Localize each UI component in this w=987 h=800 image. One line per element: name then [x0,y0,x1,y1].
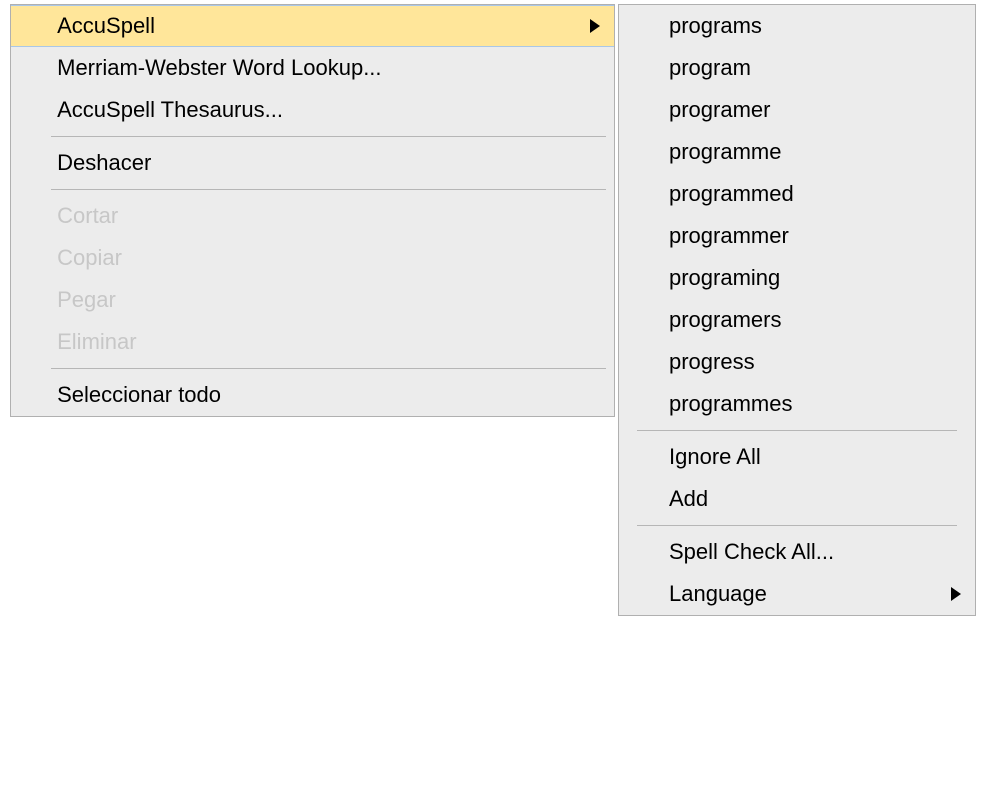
menu-gutter [11,89,51,131]
menu-label: Copiar [57,237,122,279]
menu-separator [637,525,957,526]
suggestion-label: programme [669,131,781,173]
suggestion-item[interactable]: programers [619,299,975,341]
menu-label: Pegar [57,279,116,321]
menu-gutter [11,6,51,46]
suggestion-item[interactable]: programs [619,5,975,47]
menu-label: AccuSpell Thesaurus... [57,89,283,131]
suggestion-item[interactable]: progress [619,341,975,383]
menu-gutter [11,47,51,89]
menu-gutter [11,279,51,321]
menu-item-paste: Pegar [11,279,614,321]
menu-item-undo[interactable]: Deshacer [11,142,614,184]
submenu-arrow-icon [951,587,961,601]
suggestion-label: program [669,47,751,89]
menu-label: AccuSpell [57,6,155,46]
menu-separator [637,430,957,431]
suggestion-item[interactable]: programmes [619,383,975,425]
menu-gutter [11,374,51,416]
menu-separator [51,189,606,190]
menu-item-merriam-lookup[interactable]: Merriam-Webster Word Lookup... [11,47,614,89]
menu-label: Deshacer [57,142,151,184]
suggestion-item[interactable]: programing [619,257,975,299]
menu-gutter [11,195,51,237]
suggestion-label: programers [669,299,781,341]
menu-item-copy: Copiar [11,237,614,279]
menu-gutter [11,321,51,363]
menu-item-ignore-all[interactable]: Ignore All [619,436,975,478]
menu-label: Merriam-Webster Word Lookup... [57,47,381,89]
menu-label: Add [669,478,708,520]
menu-label: Eliminar [57,321,136,363]
accuspell-submenu: programs program programer programme pro… [618,4,976,616]
menu-item-add[interactable]: Add [619,478,975,520]
menu-item-thesaurus[interactable]: AccuSpell Thesaurus... [11,89,614,131]
menu-label: Language [669,573,767,615]
suggestion-label: programs [669,5,762,47]
menu-label: Ignore All [669,436,761,478]
suggestion-item[interactable]: program [619,47,975,89]
menu-label: Spell Check All... [669,531,834,573]
menu-separator [51,136,606,137]
suggestion-item[interactable]: programer [619,89,975,131]
suggestion-item[interactable]: programme [619,131,975,173]
submenu-arrow-icon [590,19,600,33]
menu-separator [51,368,606,369]
menu-label: Seleccionar todo [57,374,221,416]
menu-item-cut: Cortar [11,195,614,237]
suggestion-item[interactable]: programmer [619,215,975,257]
suggestion-label: programer [669,89,770,131]
menu-item-spell-check-all[interactable]: Spell Check All... [619,531,975,573]
context-menu: AccuSpell Merriam-Webster Word Lookup...… [10,4,615,417]
suggestion-item[interactable]: programmed [619,173,975,215]
suggestion-label: programing [669,257,780,299]
menu-gutter [11,142,51,184]
menu-item-select-all[interactable]: Seleccionar todo [11,374,614,416]
suggestion-label: programmed [669,173,794,215]
suggestion-label: programmer [669,215,789,257]
suggestion-label: programmes [669,383,792,425]
menu-gutter [11,237,51,279]
menu-item-language[interactable]: Language [619,573,975,615]
suggestion-label: progress [669,341,755,383]
menu-label: Cortar [57,195,118,237]
menu-item-delete: Eliminar [11,321,614,363]
menu-item-accuspell[interactable]: AccuSpell [11,5,614,47]
